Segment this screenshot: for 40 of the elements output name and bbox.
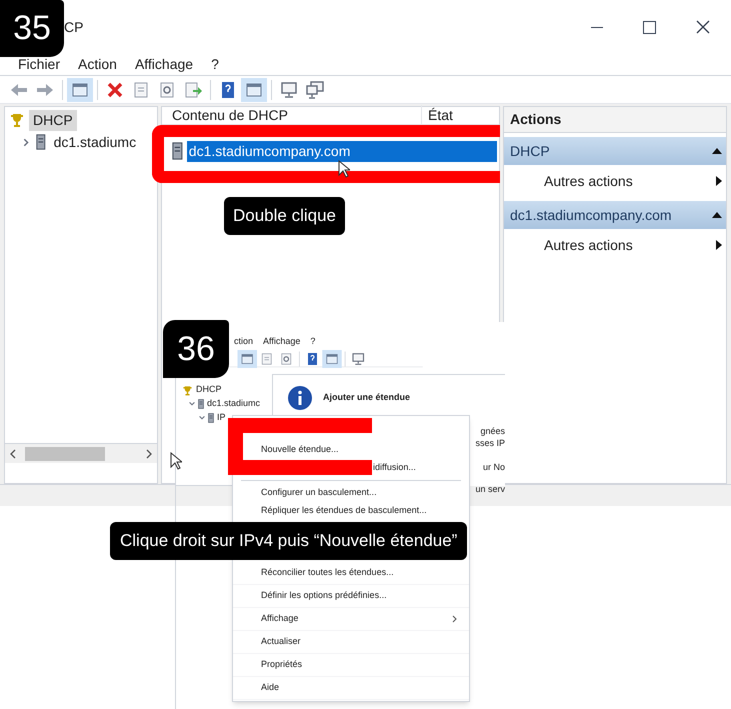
column-header[interactable]: Contenu de DHCP <box>162 105 422 126</box>
menu-item[interactable]: ction <box>234 334 254 348</box>
menu-item[interactable]: ? <box>310 334 316 348</box>
actions-section-header[interactable]: dc1.stadiumcompany.com <box>504 201 726 229</box>
menu-item[interactable]: Affichage <box>134 54 194 75</box>
tree-item[interactable]: DHCP <box>29 110 77 130</box>
step-badge: 35 <box>0 0 64 57</box>
tree-item[interactable]: dc1.stadiumc <box>50 132 140 152</box>
action-item[interactable]: Autres actions <box>544 170 633 192</box>
menu-item[interactable]: Réconcilier toutes les étendues... <box>261 566 394 580</box>
actions-header: Actions <box>504 107 726 133</box>
menu-item[interactable]: Répliquer les étendues de basculement... <box>261 504 427 518</box>
tree-item[interactable]: IP <box>216 411 227 425</box>
actions-section-header[interactable]: DHCP <box>504 137 726 165</box>
info-title: Ajouter une étendue <box>323 391 410 404</box>
list-row[interactable]: dc1.stadiumcompany.com <box>186 140 497 162</box>
action-item[interactable]: Autres actions <box>544 234 633 256</box>
menu-item[interactable]: Actualiser <box>261 635 301 649</box>
menu-item[interactable]: Affichage <box>263 334 300 348</box>
menu-item[interactable]: Action <box>78 54 117 75</box>
description-text: un serv <box>475 483 505 495</box>
window-title: CP <box>64 18 84 36</box>
column-header[interactable]: État <box>422 105 453 126</box>
description-text: ur No <box>482 461 505 473</box>
menu-item[interactable]: Définir les options prédéfinies... <box>261 589 387 603</box>
step-badge: 36 <box>163 320 229 378</box>
caption: Clique droit sur IPv4 puis “Nouvelle étendue” <box>110 522 468 560</box>
menu-item[interactable]: Affichage <box>261 612 298 626</box>
menu-item[interactable]: idiffusion... <box>373 461 416 475</box>
menu-item[interactable]: Configurer un basculement... <box>261 486 377 500</box>
description-text: gnées <box>480 425 505 437</box>
menu-item[interactable]: Fichier <box>18 54 60 75</box>
menu-item[interactable]: ? <box>211 54 219 75</box>
tree-item[interactable]: DHCP <box>195 383 223 397</box>
menu-item[interactable]: Aide <box>261 681 280 695</box>
tree-item[interactable]: dc1.stadiumc <box>206 397 262 411</box>
menu-item[interactable]: Propriétés <box>261 658 302 672</box>
menu-item[interactable]: Nouvelle étendue... <box>261 443 339 457</box>
caption: Double clique <box>224 197 346 234</box>
description-text: sses IP <box>475 437 505 449</box>
